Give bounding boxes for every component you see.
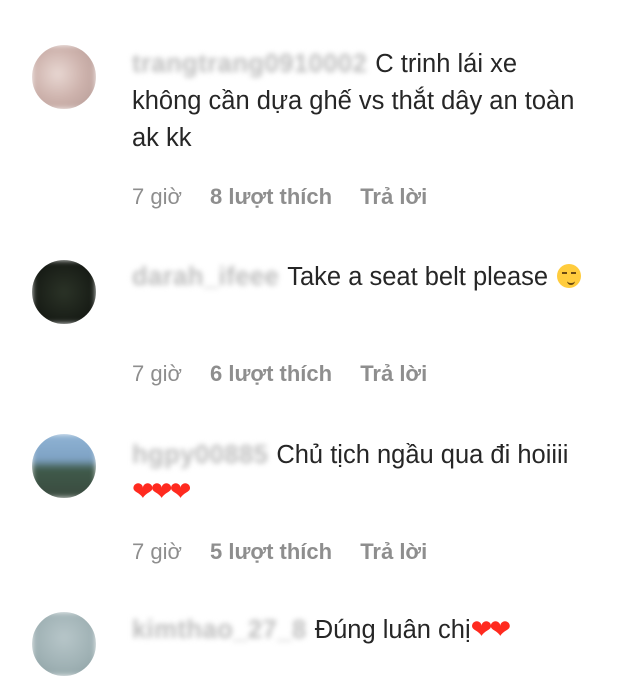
- reply-button[interactable]: Trả lời: [360, 184, 427, 209]
- avatar[interactable]: [32, 45, 96, 109]
- comment-text: Đúng luân chị: [314, 616, 471, 644]
- comment-body: trangtrang0910002 C trinh lái xe không cầ…: [132, 46, 582, 157]
- comment-meta: 7 giờ 6 lượt thích Trả lời: [132, 361, 449, 387]
- reply-button[interactable]: Trả lời: [360, 539, 427, 564]
- smirking-face-emoji-icon: [557, 264, 582, 288]
- comment-time: 7 giờ: [132, 539, 182, 564]
- comment-meta: 7 giờ 5 lượt thích Trả lời: [132, 539, 449, 565]
- likes-count-link[interactable]: 8 lượt thích: [210, 184, 332, 209]
- avatar[interactable]: [32, 612, 96, 676]
- avatar[interactable]: [32, 434, 96, 498]
- username-link[interactable]: darah_ifeee: [132, 259, 279, 296]
- comment-text: Take a seat belt please: [287, 263, 549, 291]
- reply-button[interactable]: Trả lời: [360, 361, 427, 386]
- comment-time: 7 giờ: [132, 361, 182, 386]
- comment-meta: 7 giờ 8 lượt thích Trả lời: [132, 184, 449, 210]
- red-heart-emoji-icon: ❤❤❤: [132, 477, 191, 507]
- username-link[interactable]: hgpy00885: [132, 437, 268, 474]
- avatar[interactable]: [32, 260, 96, 324]
- comment-time: 7 giờ: [132, 184, 182, 209]
- comment-body: kimthao_27_8 Đúng luân chị❤❤: [132, 612, 582, 649]
- likes-count-link[interactable]: 5 lượt thích: [210, 539, 332, 564]
- comment-text: Chủ tịch ngầu qua đi hoiiii: [276, 441, 569, 469]
- likes-count-link[interactable]: 6 lượt thích: [210, 361, 332, 386]
- red-heart-emoji-icon: ❤❤: [470, 615, 512, 645]
- comment-body: hgpy00885 Chủ tịch ngầu qua đi hoiiii ❤❤❤: [132, 437, 582, 511]
- username-link[interactable]: trangtrang0910002: [132, 46, 367, 83]
- comment-body: darah_ifeee Take a seat belt please: [132, 259, 582, 296]
- username-link[interactable]: kimthao_27_8: [132, 612, 307, 649]
